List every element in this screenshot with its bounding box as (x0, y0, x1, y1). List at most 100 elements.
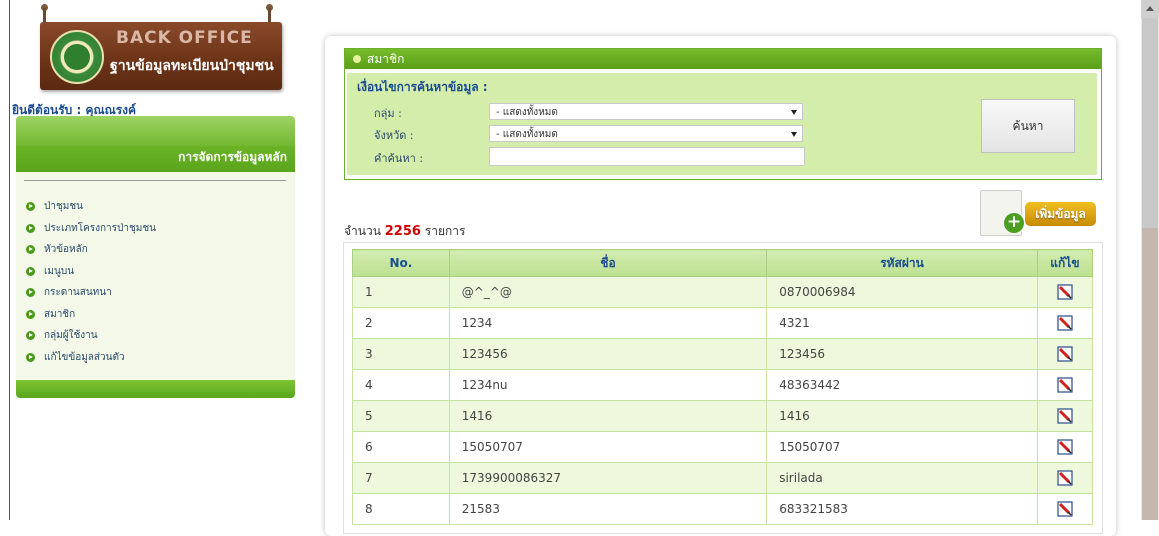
col-header-edit: แก้ไข (1036, 249, 1094, 277)
cell-no: 7 (352, 462, 450, 494)
edit-icon[interactable] (1057, 439, 1073, 455)
sidebar-footer (16, 380, 295, 398)
members-box: สมาชิก เงื่อนไขการค้นหาข้อมูล : กลุ่ม : … (344, 48, 1102, 180)
table-row: 2 1234 4321 (352, 307, 1094, 339)
arrow-bullet-icon (26, 245, 35, 255)
cell-edit (1036, 338, 1094, 370)
sidebar-header: การจัดการข้อมูลหลัก (16, 116, 295, 172)
back-office-logo[interactable]: BACK OFFICE ฐานข้อมูลทะเบียนป่าชุมชน (40, 22, 282, 90)
cell-edit (1036, 307, 1094, 339)
sidebar-item-community-forest[interactable]: ป่าชุมชน (26, 196, 156, 218)
cell-edit (1036, 431, 1094, 463)
sidebar-item-webboard[interactable]: กระดานสนทนา (26, 282, 156, 304)
cell-edit (1036, 400, 1094, 432)
cell-edit (1036, 369, 1094, 401)
col-header-name[interactable]: ชื่อ (448, 249, 768, 277)
cell-password: 1416 (766, 400, 1038, 432)
scrollbar-track[interactable] (1142, 228, 1158, 520)
group-select-value: - แสดงทั้งหมด (496, 107, 558, 118)
cell-password: 123456 (766, 338, 1038, 370)
sidebar-item-label: แก้ไขข้อมูลส่วนตัว (44, 351, 125, 363)
sidebar-item-label: สมาชิก (44, 308, 76, 320)
cell-no: 3 (352, 338, 450, 370)
sidebar-item-main-topics[interactable]: หัวข้อหลัก (26, 239, 156, 261)
cell-name: 1234nu (448, 369, 768, 401)
cell-password: 4321 (766, 307, 1038, 339)
edit-icon[interactable] (1057, 284, 1073, 300)
sidebar-item-label: หัวข้อหลัก (44, 244, 88, 256)
plus-icon: + (1003, 212, 1025, 234)
add-button-label: เพิ่มข้อมูล (1025, 202, 1096, 226)
keyword-label: คำค้นหา : (374, 152, 424, 165)
title-dot-icon (353, 55, 361, 63)
edit-icon[interactable] (1057, 408, 1073, 424)
arrow-bullet-icon (26, 223, 35, 233)
cell-name: 1416 (448, 400, 768, 432)
cell-password: 0870006984 (766, 276, 1038, 308)
group-label: กลุ่ม : (374, 107, 402, 120)
table-row: 4 1234nu 48363442 (352, 369, 1094, 401)
arrow-bullet-icon (26, 331, 35, 341)
keyword-input[interactable] (489, 147, 805, 166)
sidebar-item-label: ประเภทโครงการป่าชุมชน (44, 222, 157, 234)
search-criteria: เงื่อนไขการค้นหาข้อมูล : กลุ่ม : - แสดงท… (347, 73, 1097, 175)
sidebar-item-top-menu[interactable]: เมนูบน (26, 261, 156, 283)
group-select[interactable]: - แสดงทั้งหมด (489, 103, 803, 120)
search-heading: เงื่อนไขการค้นหาข้อมูล : (357, 80, 488, 94)
arrow-bullet-icon (26, 309, 35, 319)
cell-no: 4 (352, 369, 450, 401)
cell-password: sirilada (766, 462, 1038, 494)
left-border-line (9, 0, 10, 520)
cell-no: 6 (352, 431, 450, 463)
arrow-bullet-icon (26, 202, 35, 212)
sidebar-item-project-types[interactable]: ประเภทโครงการป่าชุมชน (26, 218, 156, 240)
edit-icon[interactable] (1057, 501, 1073, 517)
search-button[interactable]: ค้นหา (981, 99, 1075, 153)
table-row: 1 @^_^@ 0870006984 (352, 276, 1094, 308)
sidebar-list: ป่าชุมชน ประเภทโครงการป่าชุมชน หัวข้อหลั… (26, 196, 156, 368)
table-row: 5 1416 1416 (352, 400, 1094, 432)
scrollbar-thumb[interactable] (1142, 18, 1158, 228)
cell-password: 48363442 (766, 369, 1038, 401)
edit-icon[interactable] (1057, 315, 1073, 331)
sidebar-item-edit-profile[interactable]: แก้ไขข้อมูลส่วนตัว (26, 347, 156, 369)
province-select-value: - แสดงทั้งหมด (496, 129, 558, 140)
scroll-up-icon[interactable] (1141, 0, 1159, 18)
cell-name: 1234 (448, 307, 768, 339)
sidebar-item-label: เมนูบน (44, 265, 75, 277)
table-header-row: No. ชื่อ รหัสผ่าน แก้ไข (352, 249, 1094, 277)
chevron-down-icon (791, 132, 797, 137)
sidebar-item-label: กระดานสนทนา (44, 287, 112, 299)
cell-name: 1739900086327 (448, 462, 768, 494)
sidebar-item-label: กลุ่มผู้ใช้งาน (44, 330, 98, 342)
cell-edit (1036, 462, 1094, 494)
arrow-bullet-icon (26, 288, 35, 298)
arrow-bullet-icon (26, 352, 35, 362)
province-select[interactable]: - แสดงทั้งหมด (489, 125, 803, 142)
chevron-down-icon (791, 110, 797, 115)
members-table: No. ชื่อ รหัสผ่าน แก้ไข 1 @^_^@ 0870006984… (352, 249, 1094, 525)
edit-icon[interactable] (1057, 346, 1073, 362)
add-data-button[interactable]: + เพิ่มข้อมูล (980, 190, 1098, 236)
cell-edit (1036, 276, 1094, 308)
col-header-password[interactable]: รหัสผ่าน (766, 249, 1038, 277)
sidebar-item-members[interactable]: สมาชิก (26, 304, 156, 326)
count-prefix: จำนวน (344, 224, 381, 238)
logo-title: BACK OFFICE (116, 28, 253, 48)
logo-subtitle: ฐานข้อมูลทะเบียนป่าชุมชน (110, 58, 274, 74)
cell-no: 1 (352, 276, 450, 308)
col-header-no[interactable]: No. (352, 249, 450, 277)
count-suffix: รายการ (424, 224, 466, 238)
arrow-bullet-icon (26, 266, 35, 276)
cell-password: 15050707 (766, 431, 1038, 463)
edit-icon[interactable] (1057, 377, 1073, 393)
cell-name: 123456 (448, 338, 768, 370)
cell-name: @^_^@ (448, 276, 768, 308)
scrollbar[interactable] (1141, 0, 1159, 520)
sidebar-item-user-groups[interactable]: กลุ่มผู้ใช้งาน (26, 325, 156, 347)
box-title-bar: สมาชิก (345, 49, 1101, 69)
count-value: 2256 (384, 224, 421, 239)
table-row: 6 15050707 15050707 (352, 431, 1094, 463)
edit-icon[interactable] (1057, 470, 1073, 486)
forest-seal-icon (50, 30, 104, 84)
